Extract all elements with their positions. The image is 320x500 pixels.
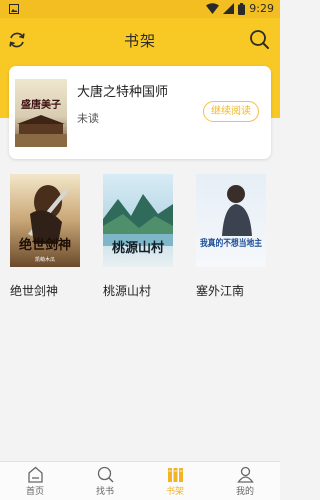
image-notification-icon [9,4,19,14]
book-cover[interactable]: 桃源山村 [103,174,173,267]
tab-bookshelf[interactable]: 书架 [155,466,195,497]
cover-title-text: 绝世剑神 [19,237,71,253]
bottom-tab-bar: 首页 找书 书架 我的 [0,461,280,500]
tab-label: 书架 [165,487,184,497]
book-title: 塞外江南 [196,284,245,298]
page-title: 书架 [123,32,156,50]
cover-title-text: 桃源山村 [112,240,164,256]
recent-cover-text: 盛唐美子 [21,98,61,111]
book-cover[interactable]: 我真的不想当地主 [196,174,266,267]
book-title: 绝世剑神 [10,284,59,298]
tab-profile[interactable]: 我的 [225,466,265,497]
tab-label: 找书 [95,487,114,497]
book-cover[interactable]: 绝世剑神 凯萌木瓜 [10,174,80,267]
app-toolbar: 书架 [0,18,280,63]
recent-book-card[interactable]: 盛唐美子 大唐之特种国师 未读 继续阅读 [9,66,271,159]
tab-home[interactable]: 首页 [15,466,55,497]
clock: 9:29 [249,2,274,15]
cover-title-text: 我真的不想当地主 [200,237,262,249]
person-icon [236,466,254,483]
wifi-icon [206,3,220,14]
search-icon[interactable] [249,29,270,50]
tab-label: 首页 [25,487,44,497]
shelf-book[interactable]: 绝世剑神 凯萌木瓜 绝世剑神 [10,174,80,299]
shelf-book[interactable]: 我真的不想当地主 塞外江南 [196,174,266,299]
recent-book-cover[interactable]: 盛唐美子 [15,79,67,147]
read-status: 未读 [77,112,99,125]
battery-icon [238,2,246,15]
search-icon [97,466,113,483]
status-bar: 9:29 [0,0,280,18]
shelf-book[interactable]: 桃源山村 桃源山村 [103,174,173,299]
continue-reading-button[interactable]: 继续阅读 [203,101,259,122]
book-title: 桃源山村 [103,284,152,298]
tab-find-books[interactable]: 找书 [85,466,125,497]
bookshelf-icon [167,468,183,482]
signal-icon [223,3,235,14]
cover-author-text: 凯萌木瓜 [35,256,55,263]
home-icon [27,466,43,483]
tab-label: 我的 [235,487,254,497]
recent-book-title: 大唐之特种国师 [77,85,169,100]
